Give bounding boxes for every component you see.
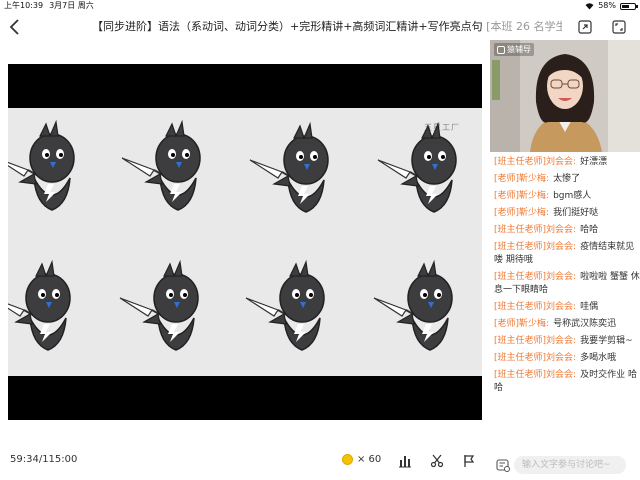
chat-message-text: bgm感人 bbox=[553, 191, 592, 201]
chat-sender-name: 靳少梅: bbox=[519, 174, 550, 184]
chat-input-bar bbox=[490, 452, 640, 478]
cartoon-bird bbox=[120, 118, 216, 222]
chat-message: [班主任老师]刘会会: 好漂漂 bbox=[494, 156, 640, 169]
course-title-text: 【同步进阶】语法（系动词、动词分类）+完形精讲+高频词汇精讲+写作亮点句 bbox=[92, 20, 483, 33]
cartoon-bird bbox=[118, 258, 214, 362]
chat-list[interactable]: [班主任老师]刘会会: 好漂漂 [老师]靳少梅: 太惨了 [老师]靳少梅: bgm感人 [老… bbox=[494, 152, 640, 450]
chat-sender-role: [老师] bbox=[494, 208, 520, 218]
cartoon-bird bbox=[372, 258, 468, 362]
camera-logo: 猿辅导 bbox=[494, 43, 534, 56]
chat-message: [班主任老师]刘会会: 疫情结束就见喽 期待哦 bbox=[494, 241, 640, 267]
chat-message: [老师]靳少梅: 号称武汉陈奕迅 bbox=[494, 318, 640, 331]
chat-sender-role: [班主任老师] bbox=[494, 353, 547, 363]
chat-sender-role: [班主任老师] bbox=[494, 242, 547, 252]
coin-icon bbox=[342, 454, 353, 465]
scissors-icon[interactable] bbox=[430, 454, 444, 468]
chat-message-text: 多喝水哦 bbox=[580, 353, 617, 363]
teacher-camera: 猿辅导 bbox=[490, 40, 640, 152]
chat-sender-name: 刘会会: bbox=[546, 336, 577, 346]
flag-icon[interactable] bbox=[462, 454, 476, 468]
video-frame: 五星工厂 bbox=[8, 108, 482, 376]
status-time: 上午10:39 bbox=[4, 1, 44, 10]
chat-message: [班主任老师]刘会会: 多喝水哦 bbox=[494, 352, 640, 365]
chat-sender-role: [班主任老师] bbox=[494, 157, 547, 167]
chat-sender-name: 刘会会: bbox=[546, 302, 577, 312]
chat-message: [班主任老师]刘会会: 及时交作业 哈哈 bbox=[494, 369, 640, 395]
chat-sender-role: [班主任老师] bbox=[494, 272, 547, 282]
battery-percent: 58% bbox=[598, 1, 616, 10]
course-title: 【同步进阶】语法（系动词、动词分类）+完形精讲+高频词汇精讲+写作亮点句 [本班… bbox=[92, 18, 562, 36]
chat-message: [班主任老师]刘会会: 哈哈 bbox=[494, 224, 640, 237]
video-player[interactable]: 五星工厂 bbox=[8, 64, 482, 420]
coin-counter[interactable]: × 60 bbox=[342, 454, 381, 465]
chat-sender-role: [班主任老师] bbox=[494, 336, 547, 346]
chat-sender-name: 刘会会: bbox=[546, 157, 577, 167]
online-count: [本班 26 名学生在线] bbox=[486, 20, 562, 33]
chat-sender-role: [班主任老师] bbox=[494, 225, 547, 235]
chat-sender-role: [老师] bbox=[494, 319, 520, 329]
chat-sender-role: [老师] bbox=[494, 191, 520, 201]
chat-message-text: 我要学剪辑~ bbox=[580, 336, 633, 346]
chat-sender-name: 靳少梅: bbox=[519, 319, 550, 329]
chat-sender-role: [班主任老师] bbox=[494, 302, 547, 312]
cartoon-bird bbox=[8, 118, 90, 222]
player-toolbar: 59:34/115:00 × 60 bbox=[0, 446, 490, 476]
chat-sender-name: 靳少梅: bbox=[519, 191, 550, 201]
chat-message: [班主任老师]刘会会: 啦啦啦 蟹蟹 休息一下眼睛哈 bbox=[494, 271, 640, 297]
cartoon-bird bbox=[248, 120, 344, 224]
chat-sender-name: 靳少梅: bbox=[519, 208, 550, 218]
status-date: 3月7日 周六 bbox=[49, 1, 94, 10]
emoji-menu-icon[interactable] bbox=[496, 458, 510, 472]
chat-message-text: 好漂漂 bbox=[580, 157, 608, 167]
chat-sender-role: [班主任老师] bbox=[494, 370, 547, 380]
battery-fill bbox=[622, 4, 629, 8]
chat-message-text: 哈哈 bbox=[580, 225, 599, 235]
fullscreen-icon[interactable] bbox=[612, 20, 626, 34]
chat-input[interactable] bbox=[514, 456, 626, 474]
back-chevron-icon[interactable] bbox=[8, 18, 22, 36]
battery-icon bbox=[620, 2, 638, 10]
chat-message-text: 哇偶 bbox=[580, 302, 599, 312]
playback-time: 59:34/115:00 bbox=[10, 454, 78, 465]
title-bar: 【同步进阶】语法（系动词、动词分类）+完形精讲+高频词汇精讲+写作亮点句 [本班… bbox=[0, 14, 640, 40]
cartoon-bird bbox=[8, 258, 86, 362]
chat-sender-name: 刘会会: bbox=[546, 370, 577, 380]
chat-message: [班主任老师]刘会会: 我要学剪辑~ bbox=[494, 335, 640, 348]
chart-icon[interactable] bbox=[398, 454, 412, 468]
chat-sender-name: 刘会会: bbox=[546, 225, 577, 235]
cartoon-bird bbox=[376, 120, 472, 224]
chat-message-text: 太惨了 bbox=[553, 174, 581, 184]
chat-message: [老师]靳少梅: 我们挺好哒 bbox=[494, 207, 640, 220]
chat-sender-name: 刘会会: bbox=[546, 242, 577, 252]
status-bar: 上午10:39 3月7日 周六 58% bbox=[0, 0, 640, 12]
teacher-video-frame bbox=[490, 40, 640, 152]
chat-message-text: 号称武汉陈奕迅 bbox=[553, 319, 617, 329]
cartoon-bird bbox=[244, 258, 340, 362]
chat-message: [班主任老师]刘会会: 哇偶 bbox=[494, 301, 640, 314]
chat-message-text: 我们挺好哒 bbox=[553, 208, 599, 218]
chat-sender-name: 刘会会: bbox=[546, 272, 577, 282]
camera-logo-text: 猿辅导 bbox=[507, 45, 531, 54]
chat-sender-name: 刘会会: bbox=[546, 353, 577, 363]
coin-count: × 60 bbox=[357, 454, 382, 465]
chat-message: [老师]靳少梅: 太惨了 bbox=[494, 173, 640, 186]
chat-sender-role: [老师] bbox=[494, 174, 520, 184]
chat-message: [老师]靳少梅: bgm感人 bbox=[494, 190, 640, 203]
wifi-icon bbox=[585, 2, 594, 9]
expand-icon[interactable] bbox=[578, 20, 592, 34]
logo-icon bbox=[497, 45, 505, 54]
